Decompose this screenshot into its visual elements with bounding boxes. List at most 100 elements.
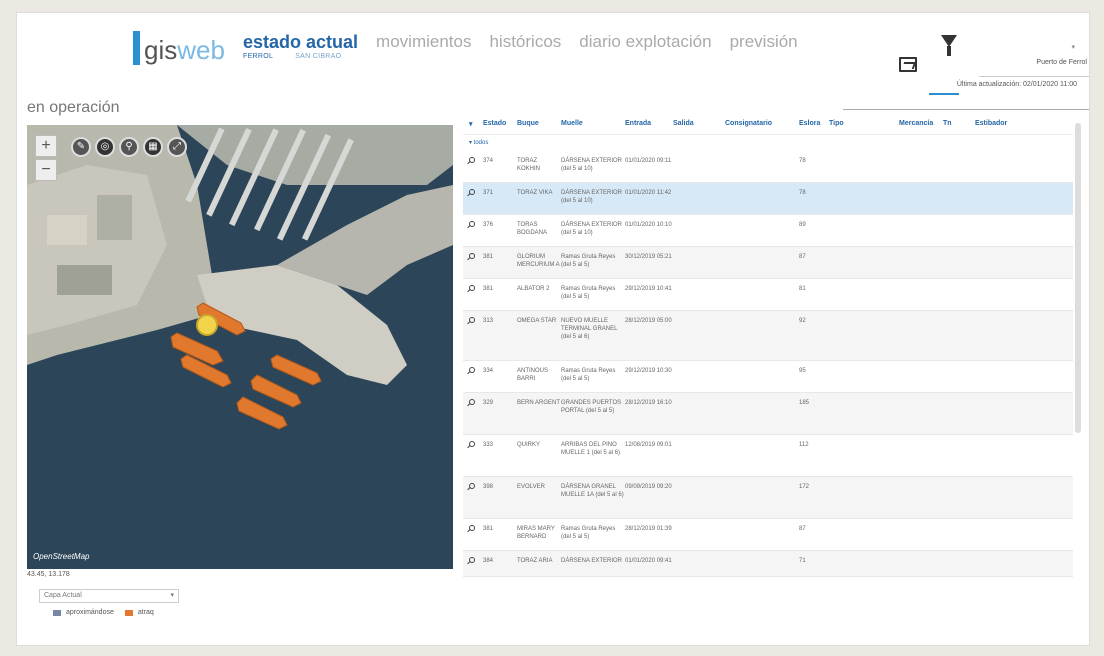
cell-mercancia [899, 393, 943, 434]
cell-buque: GLORIUM MERCURIUM A [517, 254, 560, 268]
cell-tn [943, 311, 975, 360]
filter-icon[interactable] [941, 35, 957, 56]
cell-buque: OMEGA STAR [517, 318, 557, 324]
header-tn[interactable]: Tn [943, 120, 975, 127]
table-row[interactable]: 371 TORAZ VIKA DÁRSENA EXTERIOR (del 5 al … [463, 183, 1073, 215]
locate-vessel-icon[interactable] [469, 189, 475, 195]
header-eslora[interactable]: Eslora [799, 120, 829, 127]
header-salida[interactable]: Salida [673, 120, 725, 127]
port-select[interactable]: Puerto de Ferrol [979, 53, 1089, 77]
cell-entrada: 28/12/2019 01:39 [625, 526, 672, 532]
table-row[interactable]: 381 MIRAS MARY BERNARD Ramas Gruta Reyes (… [463, 519, 1073, 551]
table-row[interactable]: 333 QUIRKY ARRIBAS DEL PINO MUELLE 1 (del … [463, 435, 1073, 477]
legend-label-approaching: aproximándose [66, 609, 114, 616]
export-icon[interactable] [899, 57, 917, 72]
header-entrada[interactable]: Entrada [625, 120, 673, 127]
table-row[interactable]: 329 BERN ARGENT GRANDES PUERTOS PORTAL (de… [463, 393, 1073, 435]
nav-estado-actual[interactable]: estado actual [243, 31, 358, 53]
grid-icon[interactable]: ▦ [143, 137, 163, 157]
header-estado[interactable]: Estado [483, 120, 517, 127]
last-update-text: Última actualización: 02/01/2020 11:00 [956, 81, 1077, 88]
locate-vessel-icon[interactable] [469, 317, 475, 323]
zoom-out-button[interactable]: − [35, 159, 57, 181]
cell-mercancia [899, 477, 943, 518]
cell-salida [673, 215, 725, 246]
zoom-search-icon[interactable]: ⚲ [119, 137, 139, 157]
cell-muelle: NUEVO MUELLE TERMINAL GRANEL (del 5 al 6… [561, 318, 618, 340]
table-row[interactable]: 334 ANTINOUS BARRI Ramas Gruta Reyes (del … [463, 361, 1073, 393]
cell-mercancia [899, 361, 943, 392]
nav-movimientos[interactable]: movimientos [376, 31, 471, 53]
cell-salida [673, 477, 725, 518]
cell-buque: ANTINOUS BARRI [517, 368, 549, 382]
cell-entrada: 09/09/2019 09:20 [625, 484, 672, 490]
cell-consignatario [725, 519, 799, 550]
table-row[interactable]: 313 OMEGA STAR NUEVO MUELLE TERMINAL GRANE… [463, 311, 1073, 361]
cell-estado: 374 [483, 158, 494, 164]
cell-mercancia [899, 311, 943, 360]
cell-entrada: 01/01/2020 10:10 [625, 222, 672, 228]
table-scrollbar[interactable] [1075, 123, 1081, 433]
cell-muelle: Ramas Gruta Reyes (del 5 al 5) [561, 254, 616, 268]
table-row[interactable]: 381 GLORIUM MERCURIUM A Ramas Gruta Reyes … [463, 247, 1073, 279]
divider [843, 109, 1089, 110]
cell-estado: 371 [483, 190, 494, 196]
cell-muelle: DÁRSENA EXTERIOR [561, 558, 623, 564]
cell-salida [673, 247, 725, 278]
subnav-ferrol[interactable]: FERROL [243, 53, 273, 60]
cell-mercancia [899, 151, 943, 182]
cell-tn [943, 519, 975, 550]
cell-buque: BERN ARGENT [517, 400, 561, 406]
locate-vessel-icon[interactable] [469, 285, 475, 291]
cell-eslora: 172 [799, 484, 810, 490]
cell-estibador [975, 311, 1035, 360]
cell-estado: 329 [483, 400, 494, 406]
locate-vessel-icon[interactable] [469, 441, 475, 447]
table-filter[interactable]: ▾ todos [463, 135, 1073, 151]
gisweb-logo[interactable]: gis web [133, 31, 225, 65]
nav-diario-explotacion[interactable]: diario explotación [579, 31, 711, 53]
header-estibador[interactable]: Estibador [975, 120, 1035, 127]
locate-vessel-icon[interactable] [469, 221, 475, 227]
locate-vessel-icon[interactable] [469, 157, 475, 163]
cell-salida [673, 279, 725, 310]
locate-vessel-icon[interactable] [469, 399, 475, 405]
cell-estado: 381 [483, 526, 494, 532]
expand-icon[interactable]: ⤢ [167, 137, 187, 157]
table-row[interactable]: 381 ALBATOR 2 Ramas Gruta Reyes (del 5 al … [463, 279, 1073, 311]
layer-select-value: Capa Actual [44, 592, 82, 599]
cell-salida [673, 151, 725, 182]
header-muelle[interactable]: Muelle [561, 120, 625, 127]
table-row[interactable]: 398 EVOLVER DÁRSENA GRANEL MUELLE 1A (del … [463, 477, 1073, 519]
locate-vessel-icon[interactable] [469, 367, 475, 373]
port-map[interactable]: + − ✎ ◎ ⚲ ▦ ⤢ OpenStreetMap [27, 125, 453, 569]
table-row[interactable]: 374 TORAZ KOKHIN DÁRSENA EXTERIOR (del 5 a… [463, 151, 1073, 183]
nav-historicos[interactable]: históricos [489, 31, 561, 53]
table-header: ▾ Estado Buque Muelle Entrada Salida Con… [463, 113, 1073, 135]
nav-prevision[interactable]: previsión [730, 31, 798, 53]
legend-swatch-approaching [53, 609, 61, 616]
header-sort-icon[interactable]: ▾ [463, 120, 483, 128]
cell-eslora: 78 [799, 158, 806, 164]
layer-select[interactable]: Capa Actual ▾ [39, 589, 179, 603]
cell-icon [463, 151, 483, 182]
section-title: en operación [27, 99, 120, 116]
header-consignatario[interactable]: Consignatario [725, 120, 799, 127]
zoom-in-button[interactable]: + [35, 135, 57, 157]
cell-icon [463, 183, 483, 214]
locate-vessel-icon[interactable] [469, 253, 475, 259]
header-tipo[interactable]: Tipo [829, 120, 899, 127]
cell-salida [673, 551, 725, 576]
locate-vessel-icon[interactable] [469, 483, 475, 489]
subnav-san-cibrao[interactable]: SAN CIBRAO [295, 53, 341, 60]
locate-vessel-icon[interactable] [469, 557, 475, 563]
locate-vessel-icon[interactable] [469, 525, 475, 531]
table-row[interactable]: 384 TORAZ ARIA DÁRSENA EXTERIOR 01/01/2020 … [463, 551, 1073, 577]
table-row[interactable]: 376 TORAS BOGDANA DÁRSENA EXTERIOR (del 5 … [463, 215, 1073, 247]
header-buque[interactable]: Buque [517, 120, 561, 127]
cell-muelle: Ramas Gruta Reyes (del 5 al 5) [561, 286, 616, 300]
layers-icon[interactable]: ◎ [95, 137, 115, 157]
pencil-icon[interactable]: ✎ [71, 137, 91, 157]
cell-tn [943, 151, 975, 182]
header-mercancia[interactable]: Mercancía [899, 120, 943, 127]
